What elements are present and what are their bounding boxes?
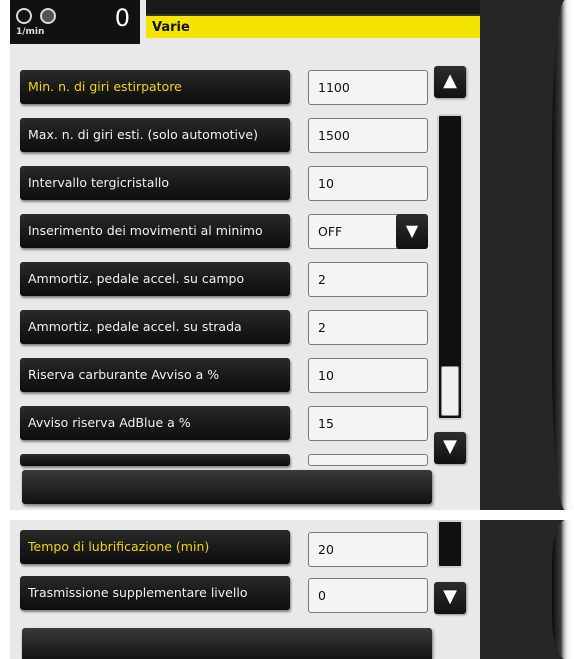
setting-value-aux-transmission[interactable]: 0 bbox=[308, 578, 428, 613]
setting-value-lubrication-time[interactable]: 20 bbox=[308, 532, 428, 567]
footer-bar[interactable] bbox=[22, 470, 432, 504]
setting-label-idle-movements[interactable]: Inserimento dei movimenti al minimo bbox=[20, 214, 290, 248]
scrollbar-track[interactable] bbox=[437, 520, 463, 568]
double-chevron-down-icon[interactable]: ▼ bbox=[434, 432, 466, 464]
setting-value-fuel-reserve[interactable]: 10 bbox=[308, 358, 428, 393]
setting-value-wiper-interval[interactable]: 10 bbox=[308, 166, 428, 201]
setting-value-partial[interactable] bbox=[308, 454, 428, 466]
double-chevron-up-icon[interactable]: ▲ bbox=[434, 66, 466, 98]
gauge-icon bbox=[16, 8, 32, 24]
select-value: OFF bbox=[318, 224, 343, 239]
setting-label-fuel-reserve[interactable]: Riserva carburante Avviso a % bbox=[20, 358, 290, 392]
double-chevron-down-icon[interactable]: ▼ bbox=[434, 582, 466, 614]
screen-bezel bbox=[552, 0, 574, 510]
section-title-bar: Varie bbox=[146, 14, 480, 38]
setting-label-partial[interactable] bbox=[20, 454, 290, 466]
setting-value-min-rpm[interactable]: 1100 bbox=[308, 70, 428, 105]
setting-value-pedal-road[interactable]: 2 bbox=[308, 310, 428, 345]
rpm-display: 1/min 0 bbox=[10, 0, 140, 44]
setting-select-idle-movements[interactable]: OFF ▼ bbox=[308, 214, 428, 249]
setting-value-max-rpm[interactable]: 1500 bbox=[308, 118, 428, 153]
screen-bezel bbox=[552, 520, 574, 659]
scrollbar-thumb[interactable] bbox=[441, 366, 459, 416]
setting-label-lubrication-time[interactable]: Tempo di lubrificazione (min) bbox=[20, 530, 290, 564]
footer-bar[interactable] bbox=[22, 628, 432, 659]
setting-value-pedal-field[interactable]: 2 bbox=[308, 262, 428, 297]
setting-value-adblue-reserve[interactable]: 15 bbox=[308, 406, 428, 441]
setting-label-adblue-reserve[interactable]: Avviso riserva AdBlue a % bbox=[20, 406, 290, 440]
rpm-value: 0 bbox=[114, 4, 130, 32]
settings-panel-bottom: Tempo di lubrificazione (min) 20 Trasmis… bbox=[0, 520, 574, 659]
setting-label-min-rpm[interactable]: Min. n. di giri estirpatore bbox=[20, 70, 290, 104]
header-strip bbox=[146, 0, 480, 14]
setting-label-wiper-interval[interactable]: Intervallo tergicristallo bbox=[20, 166, 290, 200]
rpm-unit: 1/min bbox=[16, 27, 45, 37]
section-title: Varie bbox=[152, 20, 190, 35]
double-chevron-down-icon[interactable]: ▼ bbox=[396, 214, 428, 249]
settings-panel-top: 1/min 0 Varie Min. n. di giri estirpator… bbox=[0, 0, 574, 510]
setting-label-pedal-field[interactable]: Ammortiz. pedale accel. su campo bbox=[20, 262, 290, 296]
setting-label-max-rpm[interactable]: Max. n. di giri esti. (solo automotive) bbox=[20, 118, 290, 152]
setting-label-pedal-road[interactable]: Ammortiz. pedale accel. su strada bbox=[20, 310, 290, 344]
setting-label-aux-transmission[interactable]: Trasmissione supplementare livello bbox=[20, 576, 290, 610]
indicator-icon bbox=[40, 8, 56, 24]
